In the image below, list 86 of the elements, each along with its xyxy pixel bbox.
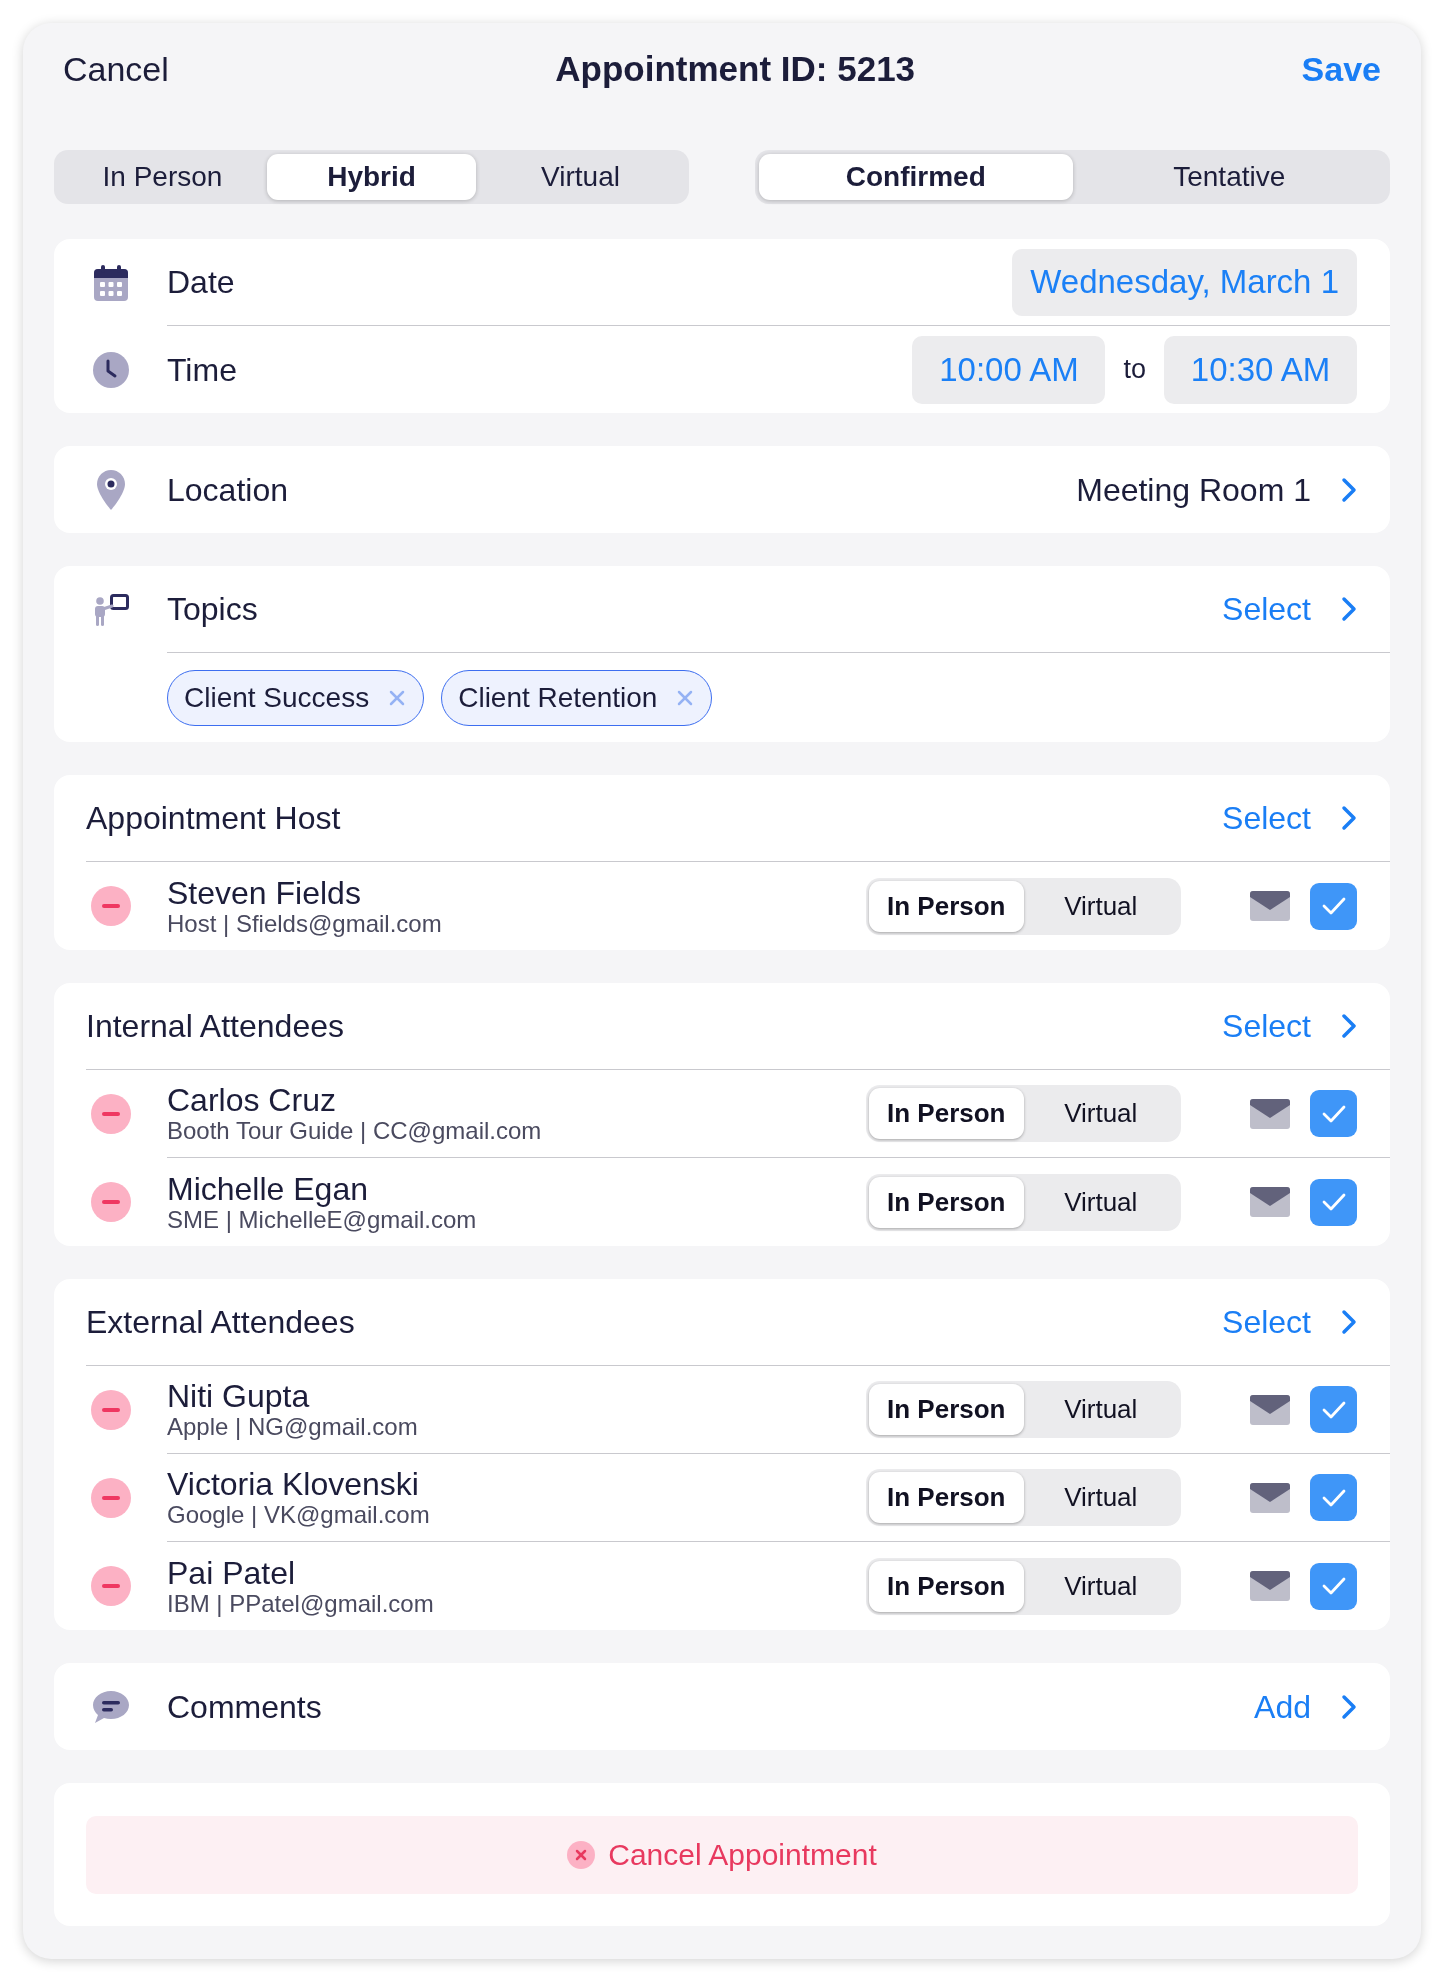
attendance-tab[interactable]: Virtual [1023,1560,1178,1612]
person-detail: IBM | PPatel@gmail.com [167,1589,434,1617]
row-label: Location [167,470,288,510]
mail-icon[interactable] [1250,1482,1290,1513]
section-title: Appointment Host [86,799,341,838]
person-detail: Google | VK@gmail.com [167,1501,430,1528]
remove-minus-icon[interactable] [90,886,131,926]
attendance-tab[interactable]: Virtual [1023,1472,1178,1523]
time-separator: to [1123,353,1146,387]
select-button[interactable]: Select [1222,794,1357,842]
notify-checkbox[interactable] [1310,1562,1357,1610]
row-label: Topics [167,590,258,629]
attendance-tab[interactable]: In Person [869,1472,1024,1523]
person-name: Victoria Klovenski [167,1467,419,1501]
attendance-tab[interactable]: In Person [869,1088,1024,1139]
speech-bubble-icon [91,1689,130,1724]
clock-icon [92,351,129,388]
chevron-right-icon [1341,805,1357,831]
segment-tab[interactable]: Hybrid [267,154,476,200]
mail-icon[interactable] [1250,1571,1290,1601]
remove-minus-icon[interactable] [90,1566,131,1606]
chevron-right-icon [1341,1309,1357,1335]
select-button[interactable]: Select [1222,1002,1357,1050]
notify-checkbox[interactable] [1310,1386,1357,1433]
segment-tab[interactable]: Tentative [1072,154,1386,200]
row-label: Time [167,350,237,390]
cancel-button[interactable]: Cancel [63,43,169,95]
remove-minus-icon[interactable] [90,1390,131,1430]
check-icon [1321,1577,1346,1595]
check-icon [1321,1104,1346,1123]
notify-checkbox[interactable] [1310,1090,1357,1137]
chip-label: Client Retention [458,681,658,715]
save-button[interactable]: Save [1301,43,1381,95]
check-icon [1321,1193,1346,1211]
person-name: Carlos Cruz [167,1083,336,1117]
row-label: Date [167,263,235,302]
person-name: Pai Patel [167,1555,296,1590]
attendance-tab[interactable]: Virtual [1023,1176,1178,1228]
add-button[interactable]: Add [1254,1682,1357,1731]
mail-icon[interactable] [1250,891,1290,921]
notify-checkbox[interactable] [1310,1474,1357,1521]
person-detail: Host | Sfields@gmail.com [167,909,442,937]
location-picker[interactable]: Meeting Room 1 [1076,465,1357,514]
person-name: Michelle Egan [167,1171,368,1206]
segment-tab[interactable]: Virtual [476,154,685,200]
person-name: Niti Gupta [167,1379,310,1413]
attendance-tab[interactable]: In Person [869,1560,1024,1612]
check-icon [1321,1400,1346,1419]
row-label: Comments [167,1687,322,1727]
check-icon [1321,1488,1346,1507]
x-circle-icon [567,1840,596,1869]
attendance-tab[interactable]: In Person [869,880,1024,932]
notify-checkbox[interactable] [1310,1178,1357,1226]
attendance-tab[interactable]: In Person [869,1384,1024,1435]
select-button[interactable]: Select [1222,1298,1357,1346]
check-icon [1321,897,1346,915]
select-button[interactable]: Select [1222,585,1357,633]
attendance-tab[interactable]: Virtual [1023,880,1178,932]
remove-x-icon[interactable] [389,690,406,706]
map-pin-icon [96,469,125,510]
chip-label: Client Success [184,681,370,715]
cancel-appointment-button[interactable]: Cancel Appointment [86,1815,1358,1894]
remove-minus-icon[interactable] [90,1182,131,1222]
segment-tab[interactable]: Confirmed [759,154,1073,200]
mail-icon[interactable] [1250,1187,1290,1217]
attendance-tab[interactable]: Virtual [1023,1088,1178,1139]
person-detail: Booth Tour Guide | CC@gmail.com [167,1117,542,1144]
section-title: External Attendees [86,1303,355,1342]
section-title: Internal Attendees [86,1007,344,1046]
remove-x-icon[interactable] [677,690,694,706]
person-detail: Apple | NG@gmail.com [167,1413,418,1440]
mail-icon[interactable] [1250,1394,1290,1425]
remove-minus-icon[interactable] [90,1094,131,1134]
attendance-tab[interactable]: In Person [869,1176,1024,1228]
chevron-right-icon [1341,596,1357,622]
chevron-right-icon [1341,476,1357,503]
notify-checkbox[interactable] [1310,882,1357,930]
person-name: Steven Fields [167,875,361,910]
page-title: Appointment ID: 5213 [555,47,916,90]
segment-tab[interactable]: In Person [58,154,267,200]
chevron-right-icon [1341,1693,1357,1720]
mail-icon[interactable] [1250,1098,1290,1129]
remove-minus-icon[interactable] [90,1478,131,1518]
chevron-right-icon [1341,1013,1357,1039]
attendance-tab[interactable]: Virtual [1023,1384,1178,1435]
calendar-icon [93,264,128,301]
